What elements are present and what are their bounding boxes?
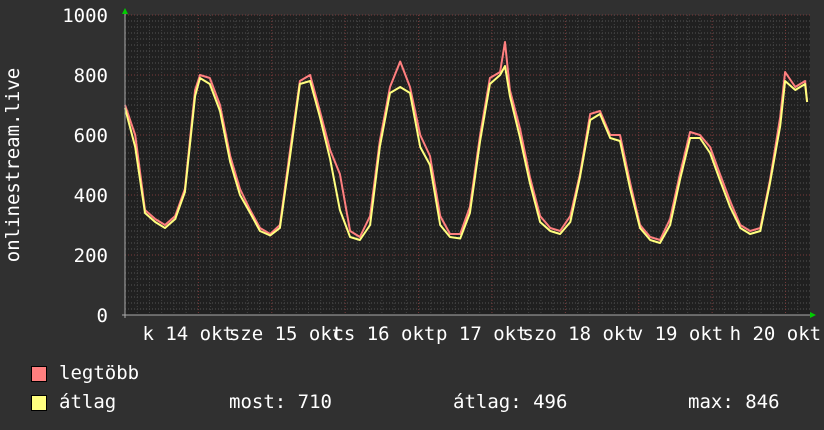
x-tick-label: p 17 okt [436, 323, 528, 345]
x-axis: k 14 oktsze 15 oktcs 16 okt p 17 oktszo 1… [142, 323, 821, 345]
legend-label-max: legtöbb [59, 362, 140, 384]
stat-average: átlag: 496 [453, 391, 568, 413]
x-tick-label: sze 15 okt [229, 323, 343, 345]
legend-swatch-avg [31, 395, 47, 411]
stat-current: most: 710 [229, 391, 332, 413]
stat-max: max: 846 [688, 391, 780, 413]
x-tick-label: h 20 okt [730, 323, 822, 345]
legend-swatch-max [31, 366, 47, 382]
x-tick-label: szo 18 okt [522, 323, 636, 345]
y-axis: 0 200 400 600 800 1000 [62, 5, 108, 327]
y-tick-label: 0 [97, 305, 108, 327]
y-tick-label: 200 [74, 245, 108, 267]
y-tick-label: 800 [74, 65, 108, 87]
y-tick-label: 600 [74, 125, 108, 147]
y-tick-label: 1000 [62, 5, 108, 27]
x-tick-label: cs 16 okt [332, 323, 435, 345]
x-tick-label: v 19 okt [632, 323, 724, 345]
y-axis-arrow-icon [122, 8, 128, 14]
legend-label-avg: átlag [59, 391, 117, 413]
x-tick-label: k 14 okt [142, 323, 234, 345]
y-axis-label: onlinestream.live [2, 68, 24, 262]
y-tick-label: 400 [74, 185, 108, 207]
chart: 0 200 400 600 800 1000 k 14 oktsze 15 oktcs 1… [2, 5, 821, 345]
x-axis-arrow-icon [810, 312, 816, 318]
